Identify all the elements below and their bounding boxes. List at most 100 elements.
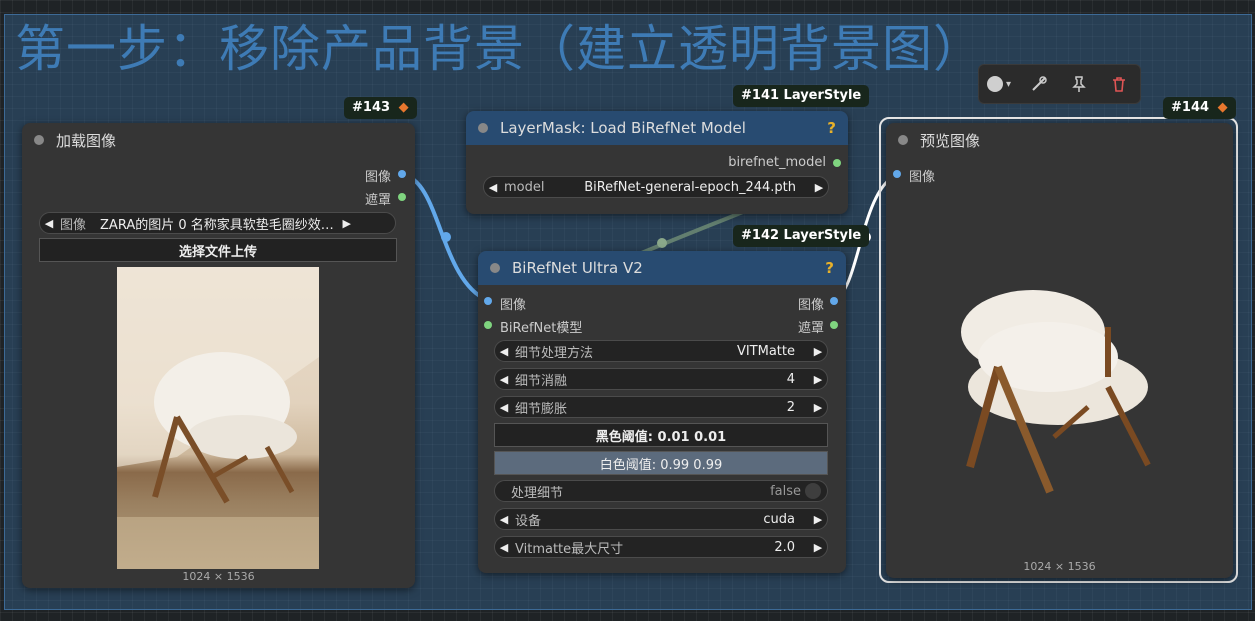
help-icon[interactable]: ? <box>825 259 834 277</box>
trash-icon <box>1113 77 1125 92</box>
collapse-dot-icon[interactable] <box>478 123 488 133</box>
output-mask-label: 遮罩 <box>364 193 391 208</box>
image-file-combo[interactable]: ◀ 图像 ZARA的图片 0 名称家具软垫毛圈纱效… ▶ <box>39 212 396 234</box>
widget-label: 细节处理方法 <box>515 345 594 361</box>
output-mask-label: 遮罩 <box>797 321 824 336</box>
arrow-right-icon[interactable]: ▶ <box>809 401 827 414</box>
input-model-port[interactable] <box>484 321 492 329</box>
node-id-badge-143: #143 ◆ <box>344 97 417 119</box>
input-image-port[interactable] <box>893 170 901 178</box>
node-title: 预览图像 <box>920 131 981 150</box>
detail-method-combo[interactable]: ◀ 细节处理方法 VITMatte ▶ <box>494 340 828 362</box>
delete-button[interactable] <box>1099 65 1139 103</box>
bypass-button[interactable] <box>1019 65 1059 103</box>
source-image-preview <box>117 267 319 569</box>
arrow-left-icon[interactable]: ◀ <box>495 373 513 386</box>
node-title: 加载图像 <box>56 131 117 150</box>
widget-value: BiRefNet-general-epoch_244.pth <box>584 179 796 195</box>
chair-cutout-icon <box>961 290 1151 494</box>
chevron-down-icon: ▾ <box>1005 78 1012 90</box>
input-image-port[interactable] <box>484 297 492 305</box>
collapse-dot-icon[interactable] <box>490 263 500 273</box>
output-image-label: 图像 <box>797 298 824 313</box>
selection-toolbar: ▾ <box>978 64 1141 104</box>
arrow-right-icon[interactable]: ▶ <box>338 217 356 230</box>
birefnet-ultra-header[interactable]: BiRefNet Ultra V2 ? <box>478 251 846 285</box>
chair-photo-icon <box>117 267 319 569</box>
circle-icon <box>986 76 1003 92</box>
widget-label: model <box>504 179 545 195</box>
widget-value: false <box>770 483 801 499</box>
color-picker-button[interactable]: ▾ <box>979 65 1019 103</box>
preview-header[interactable]: 预览图像 <box>886 123 1233 157</box>
arrow-left-icon[interactable]: ◀ <box>495 541 513 554</box>
widget-label: 细节膨胀 <box>515 401 568 417</box>
load-image-header[interactable]: 加载图像 <box>22 123 415 157</box>
pin-button[interactable] <box>1059 65 1099 103</box>
detail-erode-number[interactable]: ◀ 细节消融 4 ▶ <box>494 368 828 390</box>
result-image-preview <box>958 287 1154 499</box>
badge-text: #144 <box>1171 100 1210 115</box>
node-title: BiRefNet Ultra V2 <box>512 259 643 277</box>
fox-icon: ◆ <box>398 100 409 115</box>
image-dimensions: 1024 × 1536 <box>182 570 255 583</box>
model-combo[interactable]: ◀ model BiRefNet-general-epoch_244.pth ▶ <box>483 176 829 198</box>
birefnet-ultra-node[interactable]: BiRefNet Ultra V2 ? 图像 BiRefNet模型 图像 遮罩 … <box>478 251 846 573</box>
fox-icon: ◆ <box>1217 100 1228 115</box>
detail-dilate-number[interactable]: ◀ 细节膨胀 2 ▶ <box>494 396 828 418</box>
arrow-left-icon[interactable]: ◀ <box>495 513 513 526</box>
widget-label: 细节消融 <box>515 373 568 389</box>
preview-image-node[interactable]: 预览图像 图像 1024 × 1536 <box>886 123 1233 578</box>
collapse-dot-icon[interactable] <box>898 135 908 145</box>
widget-value: cuda <box>763 511 795 527</box>
image-dimensions: 1024 × 1536 <box>1023 560 1096 573</box>
output-mask-port[interactable] <box>830 321 838 329</box>
widget-value: 2 <box>786 399 795 415</box>
load-image-node[interactable]: 加载图像 图像 遮罩 ◀ 图像 ZARA的图片 0 名称家具软垫毛圈纱效… ▶ … <box>22 123 415 588</box>
arrow-left-icon[interactable]: ◀ <box>484 181 502 194</box>
node-id-badge-141: #141 LayerStyle <box>733 85 870 107</box>
widget-value: 2.0 <box>774 539 795 555</box>
arrow-right-icon[interactable]: ▶ <box>809 541 827 554</box>
output-model-port[interactable] <box>833 159 841 167</box>
widget-label: Vitmatte最大尺寸 <box>515 541 624 557</box>
white-threshold-slider[interactable]: 白色阈值: 0.99 0.99 <box>494 451 828 475</box>
node-id-badge-144: #144 ◆ <box>1163 97 1236 119</box>
arrow-left-icon[interactable]: ◀ <box>40 217 58 230</box>
arrow-right-icon[interactable]: ▶ <box>810 181 828 194</box>
widget-value: VITMatte <box>736 343 795 359</box>
output-mask-port[interactable] <box>398 193 406 201</box>
output-image-port[interactable] <box>398 170 406 178</box>
widget-label: 处理细节 <box>511 485 564 501</box>
vitmatte-size-number[interactable]: ◀ Vitmatte最大尺寸 2.0 ▶ <box>494 536 828 558</box>
black-threshold-slider[interactable]: 黑色阈值: 0.01 0.01 <box>494 423 828 447</box>
widget-value: 4 <box>786 371 795 387</box>
process-detail-toggle[interactable]: 处理细节 false <box>494 480 828 502</box>
input-image-label: 图像 <box>500 298 527 313</box>
widget-label: 设备 <box>515 513 542 529</box>
toggle-knob-icon[interactable] <box>805 483 821 499</box>
badge-text: #143 <box>352 100 391 115</box>
arrow-right-icon[interactable]: ▶ <box>809 345 827 358</box>
input-model-label: BiRefNet模型 <box>500 321 583 336</box>
arrow-left-icon[interactable]: ◀ <box>495 401 513 414</box>
node-id-badge-142: #142 LayerStyle <box>733 225 870 247</box>
pin-icon <box>1072 76 1086 92</box>
group-title: 第一步：移除产品背景（建立透明背景图） <box>15 20 984 78</box>
node-title: LayerMask: Load BiRefNet Model <box>500 119 746 137</box>
widget-value: ZARA的图片 0 名称家具软垫毛圈纱效… <box>100 217 334 233</box>
arrow-right-icon[interactable]: ▶ <box>809 373 827 386</box>
input-image-label: 图像 <box>909 170 936 185</box>
upload-button[interactable]: 选择文件上传 <box>39 238 397 262</box>
load-birefnet-header[interactable]: LayerMask: Load BiRefNet Model ? <box>466 111 848 145</box>
output-image-label: 图像 <box>364 170 391 185</box>
output-model-label: birefnet_model <box>728 155 826 170</box>
load-birefnet-node[interactable]: LayerMask: Load BiRefNet Model ? birefne… <box>466 111 848 214</box>
device-combo[interactable]: ◀ 设备 cuda ▶ <box>494 508 828 530</box>
arrow-left-icon[interactable]: ◀ <box>495 345 513 358</box>
collapse-dot-icon[interactable] <box>34 135 44 145</box>
arrow-right-icon[interactable]: ▶ <box>809 513 827 526</box>
widget-label: 图像 <box>60 217 87 233</box>
output-image-port[interactable] <box>830 297 838 305</box>
help-icon[interactable]: ? <box>827 119 836 137</box>
